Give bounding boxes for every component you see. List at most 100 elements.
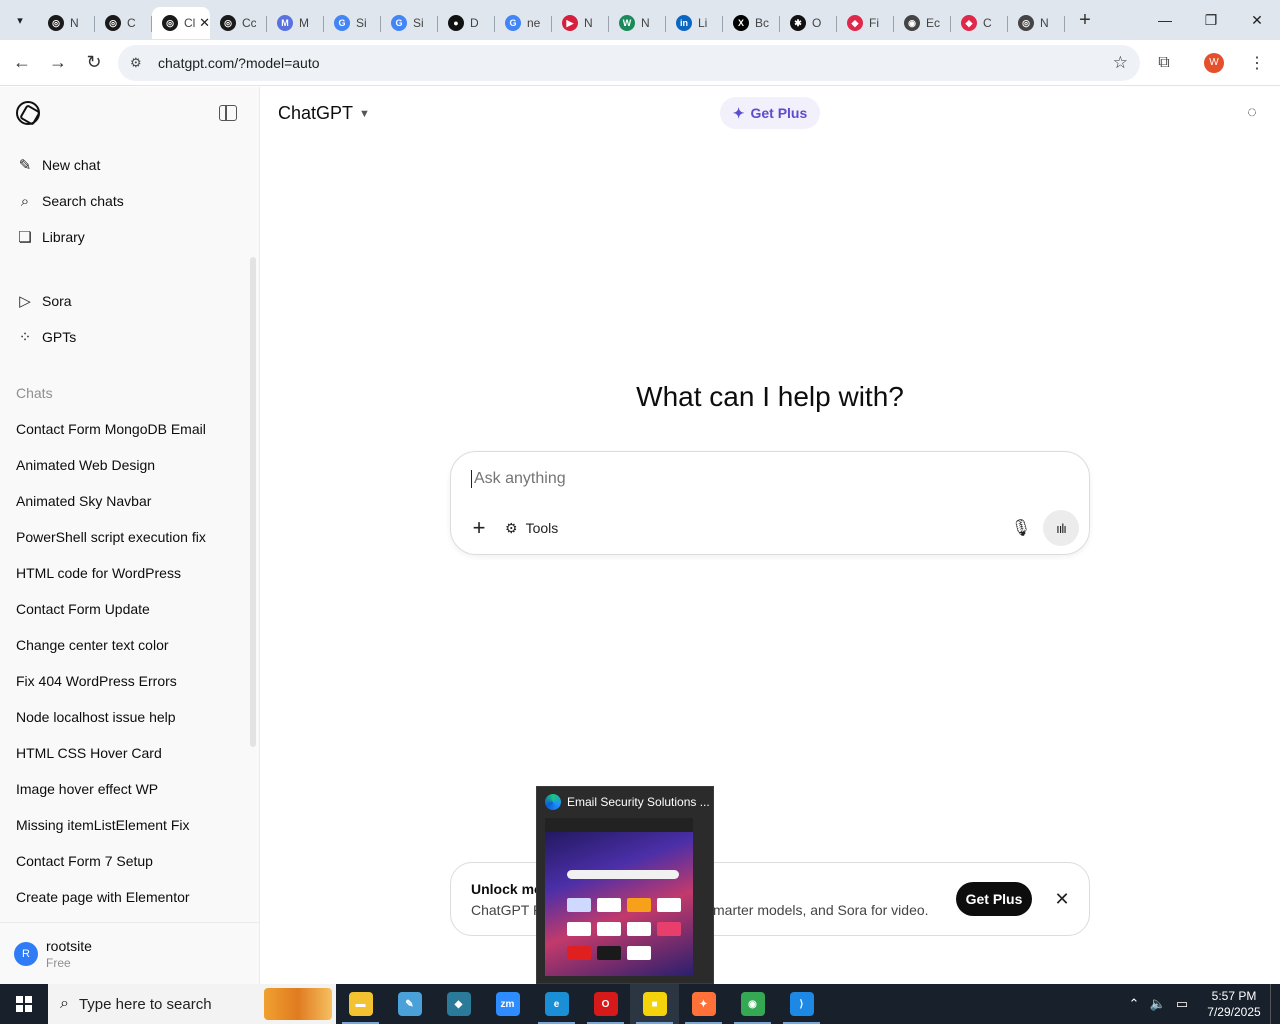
taskbar-vscode-app[interactable]: ⟩ bbox=[777, 984, 826, 1024]
tab-title: Si bbox=[356, 16, 367, 30]
prompt-input[interactable] bbox=[471, 470, 991, 488]
opera-app-icon: O bbox=[593, 992, 618, 1016]
start-button[interactable] bbox=[0, 984, 48, 1024]
sidebar-item-gpts[interactable]: ⁘ GPTs bbox=[0, 319, 259, 355]
taskbar-chrome-app[interactable]: ◉ bbox=[728, 984, 777, 1024]
model-selector[interactable]: ChatGPT ▼ bbox=[278, 103, 370, 124]
chat-history-item[interactable]: Fix 404 WordPress Errors bbox=[0, 663, 259, 699]
clock[interactable]: 5:57 PM 7/29/2025 bbox=[1198, 988, 1270, 1020]
browser-tab[interactable]: ◎ Cl ✕ bbox=[152, 7, 210, 39]
chat-history-item[interactable]: Missing itemListElement Fix bbox=[0, 807, 259, 843]
taskbar-file-explorer[interactable]: ▬ bbox=[336, 984, 385, 1024]
new-tab-button[interactable]: + bbox=[1071, 6, 1099, 34]
site-settings-icon[interactable]: ⚙ bbox=[130, 55, 148, 71]
banner-get-plus-button[interactable]: Get Plus bbox=[956, 882, 1032, 916]
openai-logo-icon[interactable] bbox=[16, 101, 40, 125]
browser-tab[interactable]: ▶ N bbox=[552, 7, 609, 39]
vscode-app-icon: ⟩ bbox=[789, 992, 814, 1016]
reload-icon[interactable]: ↻ bbox=[76, 45, 112, 81]
taskbar-edge-app[interactable]: e bbox=[532, 984, 581, 1024]
temporary-chat-icon[interactable]: ◌ bbox=[1242, 103, 1262, 123]
browser-tab[interactable]: Gne bbox=[495, 7, 552, 39]
taskbar-app-diamond[interactable]: ◆ bbox=[434, 984, 483, 1024]
chat-history-item[interactable]: HTML CSS Hover Card bbox=[0, 735, 259, 771]
sidebar-item-library[interactable]: ❏ Library bbox=[0, 219, 259, 255]
browser-tab[interactable]: ◎ C bbox=[95, 7, 152, 39]
taskbar-search[interactable]: ⌕ Type here to search bbox=[48, 984, 336, 1024]
minimize-icon[interactable]: — bbox=[1142, 0, 1188, 40]
sidebar-primary-nav: ✎ New chat ⌕ Search chats ❏ Library bbox=[0, 147, 259, 255]
voice-mode-button[interactable]: ıılı bbox=[1043, 510, 1079, 546]
chat-history-item[interactable]: Node localhost issue help bbox=[0, 699, 259, 735]
back-arrow-icon[interactable]: ← bbox=[4, 45, 40, 81]
browser-tab[interactable]: ● D bbox=[438, 7, 495, 39]
taskbar-opera-app[interactable]: O bbox=[581, 984, 630, 1024]
restore-icon[interactable]: ❐ bbox=[1188, 0, 1234, 40]
extensions-puzzle-icon[interactable]: ⧉ bbox=[1146, 45, 1182, 81]
taskbar-paint-app[interactable]: ✎ bbox=[385, 984, 434, 1024]
chat-history-item[interactable]: Change center text color bbox=[0, 627, 259, 663]
browser-tab[interactable]: G Si bbox=[324, 7, 381, 39]
taskbar-zoom-app[interactable]: zm bbox=[483, 984, 532, 1024]
browser-tab[interactable]: ◎ N bbox=[1008, 7, 1065, 39]
bookmark-star-icon[interactable]: ☆ bbox=[1113, 53, 1128, 73]
thumbnail-tile bbox=[657, 898, 681, 912]
search-chats-icon: ⌕ bbox=[20, 192, 30, 210]
sidebar-scrollbar[interactable] bbox=[250, 257, 256, 747]
tools-button[interactable]: ⚙ Tools bbox=[505, 516, 558, 540]
browser-tab[interactable]: ◎ Cc bbox=[210, 7, 267, 39]
get-plus-label: Get Plus bbox=[750, 105, 808, 121]
chat-history-item[interactable]: Image hover effect WP bbox=[0, 771, 259, 807]
show-hidden-icons-chevron-icon[interactable]: ⌃ bbox=[1122, 996, 1146, 1012]
tab-close-icon[interactable]: ✕ bbox=[199, 15, 210, 31]
tab-search-chevron-icon[interactable]: ▾ bbox=[6, 6, 34, 34]
url-text[interactable]: chatgpt.com/?model=auto bbox=[158, 55, 1113, 71]
browser-tab[interactable]: ◎ N bbox=[38, 7, 95, 39]
microphone-icon[interactable]: 🎙 bbox=[1009, 516, 1033, 540]
browser-tab[interactable]: WN bbox=[609, 7, 666, 39]
network-icon[interactable]: ▭ bbox=[1170, 996, 1194, 1012]
close-icon[interactable]: ✕ bbox=[1051, 887, 1073, 911]
address-bar[interactable]: ⚙ chatgpt.com/?model=auto ☆ bbox=[118, 44, 1140, 81]
browser-tab[interactable]: ◆ Fi bbox=[837, 7, 894, 39]
volume-icon[interactable]: 🔈 bbox=[1146, 996, 1170, 1012]
browser-tab[interactable]: ✱ O bbox=[780, 7, 837, 39]
chat-history-item[interactable]: Contact Form MongoDB Email bbox=[0, 411, 259, 447]
sidebar-item-sora[interactable]: ▷ Sora bbox=[0, 283, 259, 319]
chat-history-item[interactable]: Animated Web Design bbox=[0, 447, 259, 483]
preview-thumbnail[interactable] bbox=[545, 818, 693, 976]
tab-favicon-icon: G bbox=[391, 15, 407, 31]
browser-tab[interactable]: MM bbox=[267, 7, 324, 39]
browser-tab[interactable]: in Li bbox=[666, 7, 723, 39]
close-window-icon[interactable]: ✕ bbox=[1234, 0, 1280, 40]
browser-tab[interactable]: G Si bbox=[381, 7, 438, 39]
show-desktop-button[interactable] bbox=[1270, 984, 1280, 1024]
sidebar-toggle-icon[interactable] bbox=[219, 105, 237, 121]
taskbar-firefox-app[interactable]: ✦ bbox=[679, 984, 728, 1024]
user-account-button[interactable]: R rootsite Free bbox=[0, 922, 259, 984]
tab-title: Fi bbox=[869, 16, 879, 30]
sidebar-item-label: New chat bbox=[42, 157, 101, 173]
sidebar-item-new-chat[interactable]: ✎ New chat bbox=[0, 147, 259, 183]
forward-arrow-icon[interactable]: → bbox=[40, 45, 76, 81]
browser-menu-icon[interactable]: ⋮ bbox=[1242, 53, 1272, 73]
chat-history-item[interactable]: Contact Form 7 Setup bbox=[0, 843, 259, 879]
chat-history-item[interactable]: Contact Form Update bbox=[0, 591, 259, 627]
profile-avatar[interactable]: W bbox=[1204, 52, 1224, 73]
browser-tab[interactable]: ◆ C bbox=[951, 7, 1008, 39]
browser-toolbar: ← → ↻ ⚙ chatgpt.com/?model=auto ☆ ⧉ W ⋮ bbox=[0, 40, 1280, 86]
chat-history-item[interactable]: Animated Sky Navbar bbox=[0, 483, 259, 519]
add-attachment-icon[interactable]: + bbox=[467, 515, 491, 540]
thumbnail-browser-bar bbox=[545, 818, 693, 832]
browser-tab[interactable]: X Bc bbox=[723, 7, 780, 39]
chat-history-item[interactable]: Create page with Elementor bbox=[0, 879, 259, 915]
tab-title: Cl bbox=[184, 16, 196, 30]
get-plus-button[interactable]: ✦ Get Plus bbox=[720, 97, 820, 129]
browser-tab-strip: ▾ ◎ N ◎ C ◎ Cl ✕ ◎ Cc M M G Si G Si ● D Gne ▶ N W Nin Li X Bc ✱ O ◆… bbox=[0, 0, 1280, 40]
browser-tab[interactable]: ◉ Ec bbox=[894, 7, 951, 39]
taskbar-sticky-notes-app[interactable]: ■ bbox=[630, 984, 679, 1024]
taskbar-window-preview[interactable]: Email Security Solutions ... bbox=[536, 786, 714, 984]
chat-history-item[interactable]: HTML code for WordPress bbox=[0, 555, 259, 591]
chat-history-item[interactable]: PowerShell script execution fix bbox=[0, 519, 259, 555]
sidebar-item-search-chats[interactable]: ⌕ Search chats bbox=[0, 183, 259, 219]
